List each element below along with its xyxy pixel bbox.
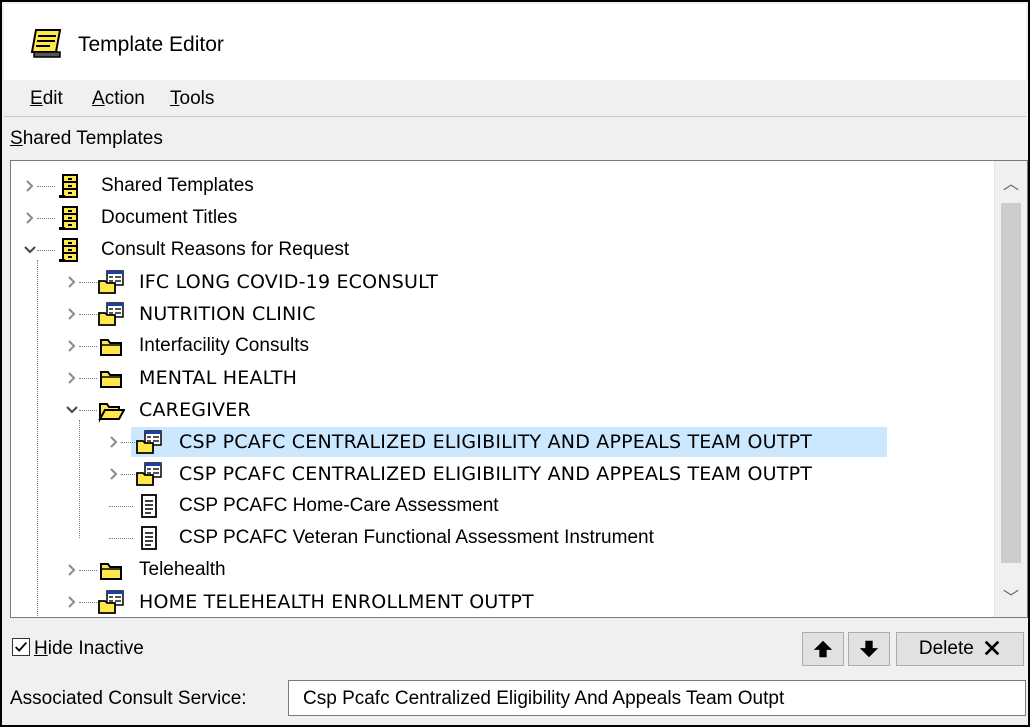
title-bar: Template Editor	[4, 4, 1026, 80]
tree-item-label: Shared Templates	[101, 175, 254, 196]
menu-edit[interactable]: Edit	[30, 88, 63, 110]
tree-item-label: CSP PCAFC CENTRALIZED ELIGIBILITY AND AP…	[179, 463, 813, 485]
bottom-toolbar: Hide Inactive Delete	[2, 628, 1030, 670]
associated-consult-service-label: Associated Consult Service:	[10, 688, 247, 709]
shared-templates-label: Shared Templates	[10, 128, 163, 149]
tree-item[interactable]: NUTRITION CLINIC	[11, 298, 991, 330]
tree-item-label: CSP PCAFC Home-Care Assessment	[179, 495, 499, 516]
menu-tools[interactable]: Tools	[170, 88, 214, 110]
folder-dialog-icon	[135, 461, 163, 487]
chevron-right-icon[interactable]	[65, 336, 79, 356]
tree-item-label: IFC LONG COVID-19 ECONSULT	[139, 271, 439, 293]
folder-icon	[97, 557, 125, 583]
checkmark-icon	[15, 641, 27, 652]
tree-vertical-scrollbar[interactable]: ︿ ﹀	[994, 161, 1027, 617]
move-down-button[interactable]	[848, 632, 890, 666]
window-title: Template Editor	[78, 33, 224, 56]
tree-item-label: Interfacility Consults	[139, 335, 310, 356]
menu-action[interactable]: Action	[92, 88, 145, 110]
folder-dialog-icon	[97, 269, 125, 295]
tree-item-label: Document Titles	[101, 207, 238, 228]
scroll-down-icon[interactable]: ﹀	[1001, 589, 1021, 609]
tree-connector-line	[79, 602, 97, 603]
folder-dialog-icon	[135, 429, 163, 455]
template-editor-window: Template Editor Edit Action Tools Shared…	[0, 0, 1030, 727]
hide-inactive-label[interactable]: Hide Inactive	[34, 638, 144, 660]
chevron-right-icon[interactable]	[65, 560, 79, 580]
delete-button[interactable]: Delete	[896, 632, 1024, 666]
tree-item-label: NUTRITION CLINIC	[139, 303, 316, 325]
tree-item[interactable]: CSP PCAFC CENTRALIZED ELIGIBILITY AND AP…	[11, 426, 991, 458]
chevron-right-icon[interactable]	[23, 208, 37, 228]
chevron-down-icon[interactable]	[65, 400, 79, 420]
tree-item[interactable]: Telehealth	[11, 554, 991, 586]
tree-connector-line	[121, 474, 135, 475]
template-editor-icon	[30, 29, 62, 58]
scroll-up-icon[interactable]: ︿	[1001, 175, 1021, 195]
hide-inactive-checkbox[interactable]	[12, 638, 30, 656]
tree-item-label: Telehealth	[139, 559, 226, 580]
tree-item-label: HOME TELEHEALTH ENROLLMENT OUTPT	[139, 591, 534, 613]
tree-connector-line	[109, 506, 133, 507]
chevron-right-icon[interactable]	[65, 368, 79, 388]
tree-item[interactable]: MENTAL HEALTH	[11, 362, 991, 394]
tree-item-label: CSP PCAFC Veteran Functional Assessment …	[179, 527, 654, 548]
tree-connector-line	[79, 410, 97, 411]
chevron-right-icon[interactable]	[65, 272, 79, 292]
document-icon	[135, 525, 163, 551]
tree-connector-line	[79, 314, 97, 315]
drawer-icon	[55, 173, 83, 199]
delete-label: Delete	[918, 638, 974, 659]
move-up-button[interactable]	[802, 632, 844, 666]
tree-connector-line	[109, 538, 133, 539]
tree-item-label: MENTAL HEALTH	[139, 367, 298, 389]
tree-connector-line	[37, 218, 55, 219]
tree-connector-line	[37, 250, 55, 251]
tree-item[interactable]: Document Titles	[11, 202, 991, 234]
chevron-right-icon[interactable]	[107, 464, 121, 484]
tree-item-label: CSP PCAFC CENTRALIZED ELIGIBILITY AND AP…	[179, 431, 813, 453]
document-icon	[135, 493, 163, 519]
tree-connector-line	[79, 378, 97, 379]
delete-x-icon	[984, 640, 1000, 656]
drawer-icon	[55, 237, 83, 263]
tree-item[interactable]: CSP PCAFC CENTRALIZED ELIGIBILITY AND AP…	[11, 458, 991, 490]
tree-connector-line	[79, 570, 97, 571]
chevron-right-icon[interactable]	[65, 592, 79, 612]
menu-bar: Edit Action Tools	[4, 80, 1026, 117]
folder-icon	[97, 333, 125, 359]
arrow-up-icon	[813, 640, 833, 658]
tree-connector-line	[79, 346, 97, 347]
tree-connector-line	[79, 282, 97, 283]
associated-consult-service-row: Associated Consult Service: Csp Pcafc Ce…	[2, 678, 1030, 722]
drawer-icon	[55, 205, 83, 231]
tree-item[interactable]: CSP PCAFC Home-Care Assessment	[11, 490, 991, 522]
chevron-right-icon[interactable]	[65, 304, 79, 324]
tree-item[interactable]: Shared Templates	[11, 170, 991, 202]
scroll-thumb[interactable]	[1001, 203, 1021, 563]
tree-item-label: CAREGIVER	[139, 399, 251, 421]
tree-connector-line	[121, 442, 135, 443]
associated-consult-service-field[interactable]: Csp Pcafc Centralized Eligibility And Ap…	[288, 680, 1026, 716]
tree-connector-line	[37, 186, 55, 187]
tree-item[interactable]: CSP PCAFC Veteran Functional Assessment …	[11, 522, 991, 554]
template-tree[interactable]: ︿ ﹀ Shared Templates Document Titles Consu…	[10, 160, 1028, 618]
folder-dialog-icon	[97, 301, 125, 327]
arrow-down-icon	[859, 640, 879, 658]
folder-icon	[97, 365, 125, 391]
tree-item[interactable]: Consult Reasons for Request	[11, 234, 991, 266]
associated-consult-service-value: Csp Pcafc Centralized Eligibility And Ap…	[303, 688, 785, 709]
open-folder-icon	[97, 397, 126, 423]
tree-item[interactable]: CAREGIVER	[11, 394, 991, 426]
tree-item[interactable]: HOME TELEHEALTH ENROLLMENT OUTPT	[11, 586, 991, 617]
chevron-right-icon[interactable]	[23, 176, 37, 196]
chevron-down-icon[interactable]	[23, 240, 37, 260]
tree-item-label: Consult Reasons for Request	[101, 239, 350, 260]
tree-item[interactable]: IFC LONG COVID-19 ECONSULT	[11, 266, 991, 298]
folder-dialog-icon	[97, 589, 125, 615]
tree-item[interactable]: Interfacility Consults	[11, 330, 991, 362]
chevron-right-icon[interactable]	[107, 432, 121, 452]
